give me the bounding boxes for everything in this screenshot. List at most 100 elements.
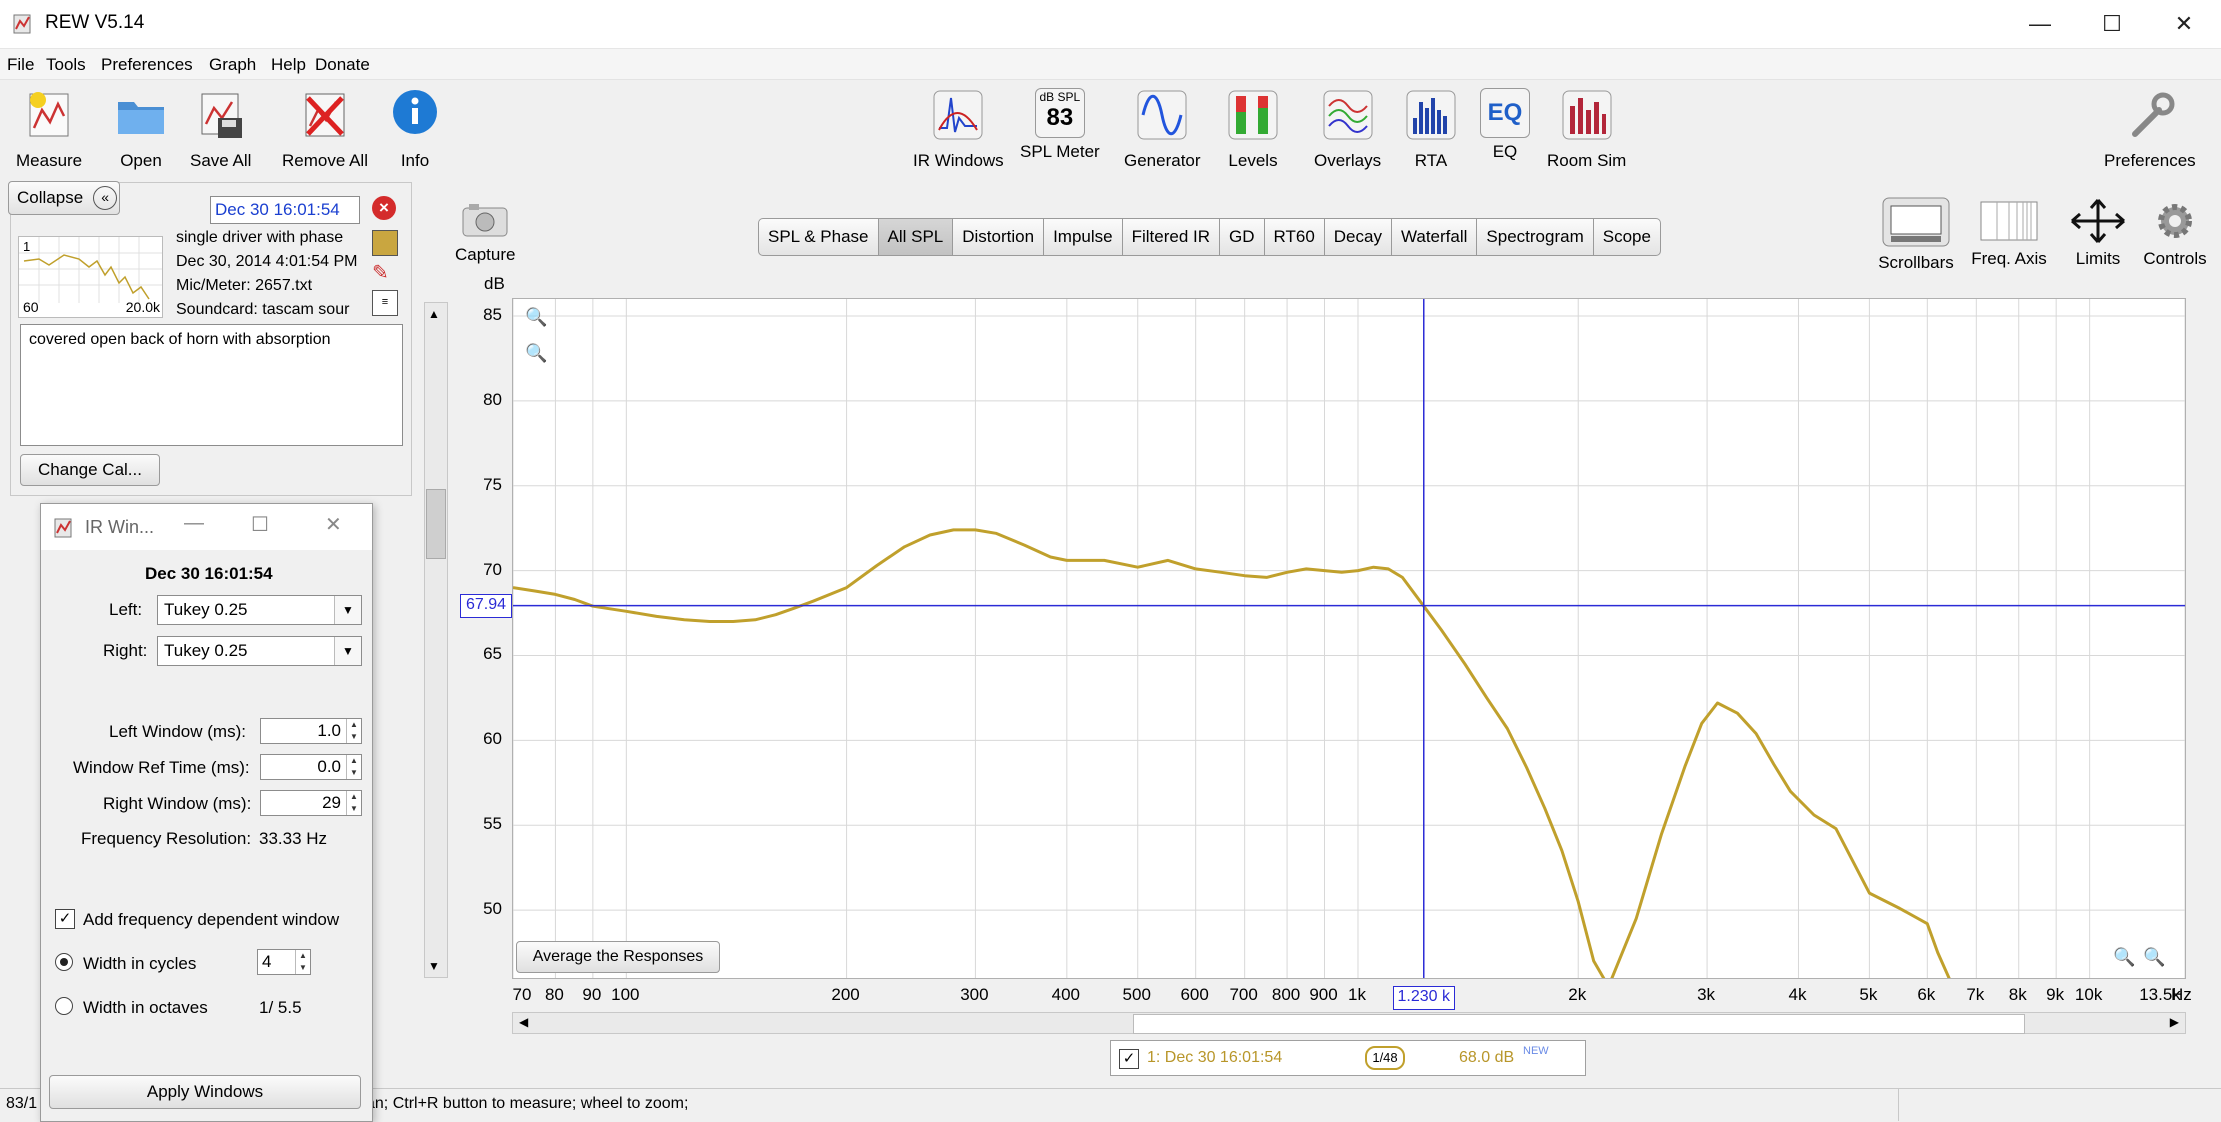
apply-windows-button[interactable]: Apply Windows bbox=[49, 1075, 361, 1109]
menu-file[interactable]: File bbox=[7, 55, 34, 75]
legend-level: 68.0 dB bbox=[1459, 1049, 1515, 1066]
spl-meter-button[interactable]: dB SPL 83 SPL Meter bbox=[1020, 88, 1100, 162]
menu-help[interactable]: Help bbox=[271, 55, 306, 75]
remove-all-label: Remove All bbox=[282, 151, 368, 170]
spinner-arrows-icon[interactable]: ▲ ▼ bbox=[346, 755, 361, 779]
collapse-button[interactable]: Collapse « bbox=[8, 181, 120, 215]
eq-button[interactable]: EQ EQ bbox=[1480, 88, 1530, 162]
edit-pen-icon[interactable]: ✎ bbox=[372, 260, 396, 284]
scrollbars-button[interactable]: Scrollbars bbox=[1876, 196, 1956, 273]
tab-spl-phase[interactable]: SPL & Phase bbox=[759, 219, 879, 255]
legend-series-label[interactable]: 1: Dec 30 16:01:54 bbox=[1147, 1049, 1282, 1067]
ir-dialog-minimize[interactable]: — bbox=[184, 512, 204, 535]
left-window-ms-input[interactable]: 1.0 ▲ ▼ bbox=[260, 718, 362, 744]
controls-button[interactable]: Controls bbox=[2140, 198, 2210, 269]
capture-label: Capture bbox=[455, 245, 516, 264]
menu-donate[interactable]: Donate bbox=[315, 55, 370, 75]
freq-axis-label: Freq. Axis bbox=[1971, 249, 2047, 268]
rew-app-icon bbox=[54, 518, 72, 538]
color-picker-icon[interactable] bbox=[372, 230, 398, 256]
left-window-type-select[interactable]: Tukey 0.25 ▼ bbox=[157, 595, 362, 625]
ir-windows-button[interactable]: IR Windows bbox=[913, 88, 1004, 171]
tab-gd[interactable]: GD bbox=[1220, 219, 1265, 255]
menu-tools[interactable]: Tools bbox=[46, 55, 86, 75]
measurement-notes[interactable]: covered open back of horn with absorptio… bbox=[20, 324, 403, 446]
scroll-thumb[interactable] bbox=[426, 489, 446, 559]
width-octaves-label: Width in octaves bbox=[83, 998, 208, 1017]
x-tick-label: 500 bbox=[1122, 985, 1151, 1004]
width-cycles-input[interactable]: 4 ▲ ▼ bbox=[257, 949, 311, 975]
controls-label: Controls bbox=[2143, 249, 2207, 268]
save-all-button[interactable]: Save All bbox=[190, 88, 251, 171]
tab-waterfall[interactable]: Waterfall bbox=[1392, 219, 1478, 255]
open-button[interactable]: Open bbox=[114, 88, 168, 171]
capture-button[interactable]: Capture bbox=[455, 200, 515, 265]
tab-scope[interactable]: Scope bbox=[1594, 219, 1660, 255]
generator-button[interactable]: Generator bbox=[1124, 88, 1201, 171]
scroll-left-icon[interactable]: ◀ bbox=[519, 1015, 528, 1029]
x-tick-label: 200 bbox=[831, 985, 860, 1004]
ir-dialog-close[interactable]: ✕ bbox=[325, 512, 342, 537]
right-window-type-select[interactable]: Tukey 0.25 ▼ bbox=[157, 636, 362, 666]
remove-all-icon bbox=[305, 93, 345, 137]
fdw-checkbox[interactable]: ✓ bbox=[55, 909, 75, 929]
x-tick-label: 1k bbox=[1348, 985, 1366, 1004]
spinner-arrows-icon[interactable]: ▲ ▼ bbox=[346, 791, 361, 815]
spinner-arrows-icon[interactable]: ▲ ▼ bbox=[346, 719, 361, 743]
scroll-up-icon[interactable]: ▲ bbox=[428, 307, 440, 321]
right-window-ms-input[interactable]: 29 ▲ ▼ bbox=[260, 790, 362, 816]
tab-all-spl[interactable]: All SPL bbox=[878, 219, 954, 255]
room-sim-button[interactable]: Room Sim bbox=[1547, 88, 1626, 171]
overlays-icon bbox=[1323, 90, 1373, 140]
right-window-ms-label: Right Window (ms): bbox=[103, 794, 252, 813]
menu-graph[interactable]: Graph bbox=[209, 55, 256, 75]
spl-meter-label: SPL Meter bbox=[1020, 142, 1100, 161]
ir-dialog-maximize[interactable]: ☐ bbox=[251, 512, 269, 537]
width-octaves-radio[interactable] bbox=[55, 997, 73, 1015]
scroll-right-icon[interactable]: ▶ bbox=[2170, 1015, 2179, 1029]
open-label: Open bbox=[120, 151, 162, 170]
minimize-button[interactable]: — bbox=[2005, 0, 2075, 48]
overlays-button[interactable]: Overlays bbox=[1314, 88, 1381, 171]
measurement-name-field[interactable]: Dec 30 16:01:54 bbox=[210, 196, 360, 224]
tab-decay[interactable]: Decay bbox=[1325, 219, 1392, 255]
spl-graph[interactable]: 🔍 🔍 Average the Responses 🔍 🔍 bbox=[512, 298, 2186, 988]
maximize-button[interactable]: ☐ bbox=[2077, 0, 2147, 48]
measure-button[interactable]: Measure bbox=[16, 88, 82, 171]
tab-impulse[interactable]: Impulse bbox=[1044, 219, 1123, 255]
remove-measurement-icon[interactable]: × bbox=[372, 196, 396, 220]
average-responses-button[interactable]: Average the Responses bbox=[516, 941, 720, 973]
levels-button[interactable]: Levels bbox=[1226, 88, 1280, 171]
info-button[interactable]: Info bbox=[388, 88, 442, 171]
tab-distortion[interactable]: Distortion bbox=[953, 219, 1045, 255]
close-window-button[interactable]: ✕ bbox=[2149, 0, 2219, 48]
horizontal-scroll-thumb[interactable] bbox=[1133, 1014, 2025, 1034]
gear-icon bbox=[2158, 204, 2192, 238]
x-tick-label: 400 bbox=[1051, 985, 1081, 1004]
spinner-arrows-icon[interactable]: ▲ ▼ bbox=[295, 950, 310, 974]
right-window-type-label: Right: bbox=[103, 641, 148, 660]
measurement-thumbnail[interactable]: 1 60 20.0k bbox=[18, 236, 163, 318]
notes-icon[interactable]: ≡ bbox=[372, 290, 398, 316]
graph-horizontal-scrollbar[interactable]: ◀ ▶ bbox=[512, 1012, 2186, 1034]
zoom-out-x-icon[interactable]: 🔍 bbox=[2113, 947, 2135, 968]
preferences-button[interactable]: Preferences bbox=[2104, 88, 2196, 171]
change-cal-button[interactable]: Change Cal... bbox=[20, 454, 160, 486]
width-cycles-radio[interactable] bbox=[55, 953, 73, 971]
zoom-out-y-icon[interactable]: 🔍 bbox=[525, 343, 547, 364]
ref-time-input[interactable]: 0.0 ▲ ▼ bbox=[260, 754, 362, 780]
scroll-down-icon[interactable]: ▼ bbox=[428, 959, 440, 973]
remove-all-button[interactable]: Remove All bbox=[282, 88, 368, 171]
limits-button[interactable]: Limits bbox=[2063, 198, 2133, 269]
legend-smoothing[interactable]: 1/48 bbox=[1365, 1046, 1405, 1070]
tab-spectrogram[interactable]: Spectrogram bbox=[1477, 219, 1594, 255]
menu-preferences[interactable]: Preferences bbox=[101, 55, 193, 75]
rta-button[interactable]: RTA bbox=[1404, 88, 1458, 171]
freq-axis-button[interactable]: Freq. Axis bbox=[1967, 198, 2051, 269]
zoom-in-y-icon[interactable]: 🔍 bbox=[525, 307, 547, 328]
measurements-scrollbar[interactable]: ▲ ▼ bbox=[424, 302, 448, 978]
tab-rt60[interactable]: RT60 bbox=[1265, 219, 1325, 255]
zoom-in-x-icon[interactable]: 🔍 bbox=[2143, 947, 2165, 968]
legend-visible-checkbox[interactable]: ✓ bbox=[1119, 1049, 1139, 1069]
tab-filtered-ir[interactable]: Filtered IR bbox=[1123, 219, 1221, 255]
